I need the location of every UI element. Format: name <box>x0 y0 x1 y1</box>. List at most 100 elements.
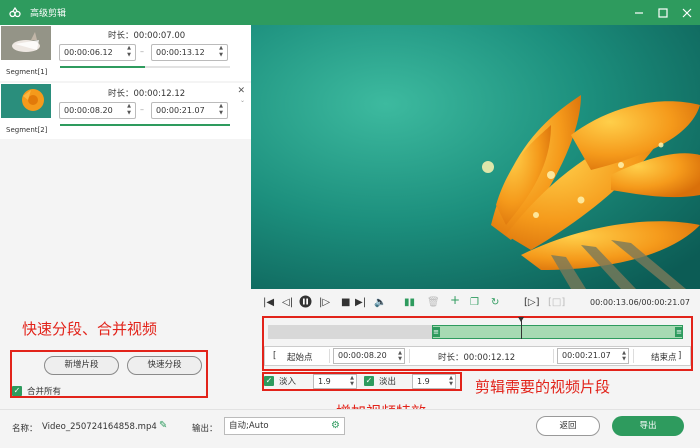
stepper-icon[interactable]: ▲ ▼ <box>217 103 225 117</box>
checkbox-checked-icon[interactable]: ✓ <box>12 386 22 396</box>
file-name: Video_250724164858.mp4 <box>42 422 157 432</box>
next-frame-icon[interactable]: |▷ <box>319 297 330 308</box>
close-icon[interactable] <box>680 6 694 20</box>
divider <box>329 349 330 363</box>
fade-out-value: 1.9 <box>417 377 430 386</box>
merge-all-checkbox[interactable]: ✓ 合并所有 <box>12 385 61 397</box>
segment-end-input[interactable]: 00:00:21.07 ▲ ▼ <box>151 102 228 119</box>
range-dash: – <box>140 47 144 56</box>
checkbox-checked-icon[interactable]: ✓ <box>364 376 374 386</box>
segment-end-value: 00:00:13.12 <box>156 48 205 57</box>
segment-start-value: 00:00:06.12 <box>64 48 113 57</box>
merge-all-label: 合并所有 <box>27 387 62 397</box>
stepper-icon[interactable]: ▲ ▼ <box>125 103 133 117</box>
reset-icon[interactable]: ↻ <box>491 297 499 308</box>
stepper-icon[interactable]: ▲ ▼ <box>449 375 453 387</box>
split-icon[interactable]: ▮▮ <box>404 297 415 308</box>
gear-icon[interactable]: ⚙ <box>331 418 340 434</box>
end-bracket-icon[interactable]: ] <box>678 351 681 361</box>
video-preview[interactable] <box>251 25 700 289</box>
add-icon[interactable]: + <box>450 294 460 306</box>
segment-item[interactable]: Segment[2] 时长：00:00:12.12 00:00:08.20 ▲ ▼… <box>0 83 251 139</box>
stepper-icon[interactable]: ▲ ▼ <box>125 45 133 59</box>
segment-start-value: 00:00:08.20 <box>64 106 113 115</box>
segment-label: Segment[1] <box>6 68 48 76</box>
chevron-down-icon[interactable]: ⌄ <box>240 97 245 104</box>
maximize-icon[interactable] <box>656 6 670 20</box>
segment-thumbnail <box>1 84 51 118</box>
stepper-icon[interactable]: ▲ ▼ <box>398 350 402 362</box>
fade-out-input[interactable]: 1.9 ▲ ▼ <box>412 374 456 389</box>
trim-row: [ 起始点 00:00:08.20 ▲ ▼ 时长：00:00:12.12 00:0… <box>264 346 691 366</box>
export-button[interactable]: 导出 <box>612 416 684 436</box>
output-select[interactable]: 自动;Auto ⚙ <box>224 417 345 435</box>
output-value: 自动;Auto <box>229 421 269 431</box>
title-bar: 高级剪辑 <box>0 0 700 25</box>
fade-out-checkbox[interactable]: ✓ 淡出 <box>364 375 396 387</box>
segment-item[interactable]: Segment[1] 时长：00:00:07.00 00:00:06.12 ▲ ▼… <box>0 25 251 81</box>
segment-duration: 时长：00:00:07.00 <box>108 31 186 41</box>
range-dash: – <box>140 105 144 114</box>
segment-progress-fill <box>60 124 230 126</box>
stepper-icon[interactable]: ▲ ▼ <box>350 375 354 387</box>
divider <box>553 349 554 363</box>
segment-end-value: 00:00:21.07 <box>156 106 205 115</box>
window-title: 高级剪辑 <box>30 9 67 19</box>
annotation-trim: 剪辑需要的视频片段 <box>475 378 611 396</box>
bottom-bar: 名称： Video_250724164858.mp4 ✎ 输出： 自动;Auto… <box>0 409 700 448</box>
annotation-split-merge: 快速分段、合并视频 <box>22 320 158 338</box>
checkbox-checked-icon[interactable]: ✓ <box>264 376 274 386</box>
fade-in-label: 淡入 <box>279 377 297 387</box>
volume-icon[interactable]: 🔈 <box>374 297 386 308</box>
fade-in-checkbox[interactable]: ✓ 淡入 <box>264 375 296 387</box>
fade-in-input[interactable]: 1.9 ▲ ▼ <box>313 374 357 389</box>
start-time-input[interactable]: 00:00:08.20 ▲ ▼ <box>333 348 405 364</box>
app-logo-icon <box>8 6 22 20</box>
segment-thumbnail <box>1 26 51 60</box>
quick-split-button[interactable]: 快速分段 <box>127 356 202 375</box>
segment-progress-bar <box>60 124 230 126</box>
minimize-icon[interactable] <box>632 6 646 20</box>
segment-end-input[interactable]: 00:00:13.12 ▲ ▼ <box>151 44 228 61</box>
segment-label: Segment[2] <box>6 126 48 134</box>
mark-out-icon[interactable]: [□] <box>548 297 565 308</box>
copy-icon[interactable]: ❐ <box>470 297 479 308</box>
player-controls: |◀ ◁| |▷ ■ ▶| 🔈 ▮▮ 🗑 + ❐ ↻ [▷] [□] 00:00… <box>251 289 700 316</box>
stop-icon[interactable]: ■ <box>341 297 350 308</box>
back-button[interactable]: 返回 <box>536 416 600 436</box>
start-bracket-icon[interactable]: [ <box>273 351 276 361</box>
segment-progress-fill <box>60 66 145 68</box>
edit-name-icon[interactable]: ✎ <box>159 420 167 431</box>
skip-to-start-icon[interactable]: |◀ <box>263 297 274 308</box>
previous-frame-icon[interactable]: ◁| <box>282 297 293 308</box>
start-time-value: 00:00:08.20 <box>338 351 387 360</box>
stepper-icon[interactable]: ▲ ▼ <box>622 350 626 362</box>
timeline[interactable]: ≡ ≡ <box>268 317 683 339</box>
fade-out-label: 淡出 <box>379 377 397 387</box>
trim-start-handle[interactable]: ≡ <box>432 327 440 337</box>
playhead[interactable] <box>518 317 524 339</box>
pause-icon[interactable] <box>299 295 312 311</box>
end-time-value: 00:00:21.07 <box>562 351 611 360</box>
segment-progress-bar <box>60 66 230 68</box>
playback-time: 00:00:13.06/00:00:21.07 <box>590 298 690 307</box>
divider <box>409 349 410 363</box>
end-time-input[interactable]: 00:00:21.07 ▲ ▼ <box>557 348 629 364</box>
segment-start-input[interactable]: 00:00:06.12 ▲ ▼ <box>59 44 136 61</box>
end-point-label[interactable]: 结束点 <box>651 351 677 363</box>
stepper-icon[interactable]: ▲ ▼ <box>217 45 225 59</box>
divider <box>633 349 634 363</box>
segment-duration: 时长：00:00:12.12 <box>108 89 186 99</box>
name-label: 名称： <box>12 424 38 434</box>
trim-end-handle[interactable]: ≡ <box>675 327 683 337</box>
segment-start-input[interactable]: 00:00:08.20 ▲ ▼ <box>59 102 136 119</box>
delete-icon[interactable]: 🗑 <box>427 297 440 308</box>
output-label: 输出： <box>192 424 218 434</box>
skip-to-end-icon[interactable]: ▶| <box>355 297 366 308</box>
timeline-selection[interactable]: ≡ ≡ <box>432 325 683 339</box>
delete-segment-icon[interactable]: ✕ <box>237 86 245 96</box>
mark-in-icon[interactable]: [▷] <box>524 297 540 308</box>
start-point-label[interactable]: 起始点 <box>287 351 313 363</box>
trim-duration: 时长：00:00:12.12 <box>438 353 516 363</box>
add-segment-button[interactable]: 新增片段 <box>44 356 119 375</box>
